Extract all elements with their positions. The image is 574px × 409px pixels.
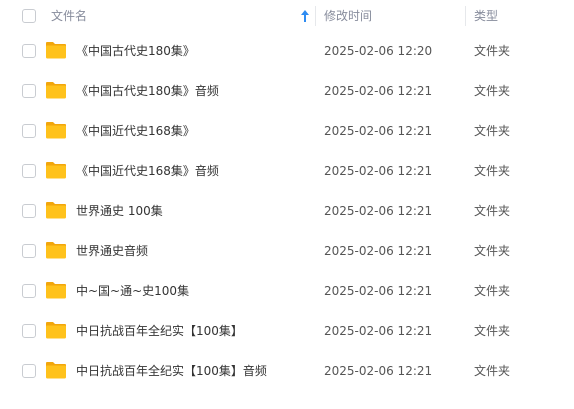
folder-icon — [46, 242, 66, 259]
folder-icon — [46, 202, 66, 219]
file-row[interactable]: 世界通史音频 2025-02-06 12:21 文件夹 — [0, 231, 574, 271]
modified-time: 2025-02-06 12:21 — [324, 84, 433, 98]
file-name[interactable]: 中~国~通~史100集 — [76, 271, 314, 311]
modified-time: 2025-02-06 12:21 — [324, 204, 433, 218]
row-checkbox[interactable] — [22, 364, 36, 378]
file-row[interactable]: 中~国~通~史100集 2025-02-06 12:21 文件夹 — [0, 271, 574, 311]
file-name[interactable]: 中日抗战百年全纪实【100集】音频 — [76, 351, 314, 391]
column-header-modified-time[interactable]: 修改时间 — [324, 0, 464, 32]
file-name[interactable]: 世界通史 100集 — [76, 191, 314, 231]
column-header-type[interactable]: 类型 — [474, 0, 564, 32]
file-name[interactable]: 世界通史音频 — [76, 231, 314, 271]
modified-time: 2025-02-06 12:20 — [324, 44, 433, 58]
file-row[interactable]: 《中国古代史180集》 2025-02-06 12:20 文件夹 — [0, 31, 574, 71]
modified-time: 2025-02-06 12:21 — [324, 124, 433, 138]
folder-icon — [46, 322, 66, 339]
file-type: 文件夹 — [474, 244, 511, 258]
modified-time: 2025-02-06 12:21 — [324, 364, 433, 378]
file-name[interactable]: 中日抗战百年全纪实【100集】 — [76, 311, 314, 351]
folder-icon — [46, 362, 66, 379]
column-divider[interactable] — [315, 6, 316, 26]
row-checkbox[interactable] — [22, 204, 36, 218]
file-type: 文件夹 — [474, 284, 511, 298]
modified-time: 2025-02-06 12:21 — [324, 324, 433, 338]
file-list-header: 文件名 修改时间 类型 — [0, 0, 574, 32]
modified-time: 2025-02-06 12:21 — [324, 284, 433, 298]
folder-icon — [46, 162, 66, 179]
file-type: 文件夹 — [474, 164, 511, 178]
file-row[interactable]: 《中国近代史168集》音频 2025-02-06 12:21 文件夹 — [0, 151, 574, 191]
column-header-name[interactable]: 文件名 — [51, 0, 315, 32]
file-row[interactable]: 中日抗战百年全纪实【100集】音频 2025-02-06 12:21 文件夹 — [0, 351, 574, 391]
modified-time: 2025-02-06 12:21 — [324, 164, 433, 178]
folder-icon — [46, 122, 66, 139]
file-name[interactable]: 《中国近代史168集》 — [76, 111, 314, 151]
file-row[interactable]: 中日抗战百年全纪实【100集】 2025-02-06 12:21 文件夹 — [0, 311, 574, 351]
row-checkbox[interactable] — [22, 164, 36, 178]
file-type: 文件夹 — [474, 84, 511, 98]
column-divider[interactable] — [465, 6, 466, 26]
row-checkbox[interactable] — [22, 124, 36, 138]
folder-icon — [46, 282, 66, 299]
file-row[interactable]: 世界通史 100集 2025-02-06 12:21 文件夹 — [0, 191, 574, 231]
row-checkbox[interactable] — [22, 284, 36, 298]
sort-ascending-icon[interactable] — [300, 9, 310, 23]
folder-icon — [46, 82, 66, 99]
select-all-checkbox[interactable] — [22, 9, 36, 23]
row-checkbox[interactable] — [22, 324, 36, 338]
file-type: 文件夹 — [474, 364, 511, 378]
file-name[interactable]: 《中国近代史168集》音频 — [76, 151, 314, 191]
file-row[interactable]: 《中国近代史168集》 2025-02-06 12:21 文件夹 — [0, 111, 574, 151]
file-type: 文件夹 — [474, 324, 511, 338]
row-checkbox[interactable] — [22, 84, 36, 98]
modified-time: 2025-02-06 12:21 — [324, 244, 433, 258]
folder-icon — [46, 42, 66, 59]
file-type: 文件夹 — [474, 44, 511, 58]
file-name[interactable]: 《中国古代史180集》 — [76, 31, 314, 71]
file-type: 文件夹 — [474, 124, 511, 138]
file-list: 文件名 修改时间 类型 《中国古代史180集》 2025-02-06 12:20 文… — [0, 0, 574, 409]
file-type: 文件夹 — [474, 204, 511, 218]
file-row[interactable]: 《中国古代史180集》音频 2025-02-06 12:21 文件夹 — [0, 71, 574, 111]
row-checkbox[interactable] — [22, 44, 36, 58]
row-checkbox[interactable] — [22, 244, 36, 258]
file-name[interactable]: 《中国古代史180集》音频 — [76, 71, 314, 111]
